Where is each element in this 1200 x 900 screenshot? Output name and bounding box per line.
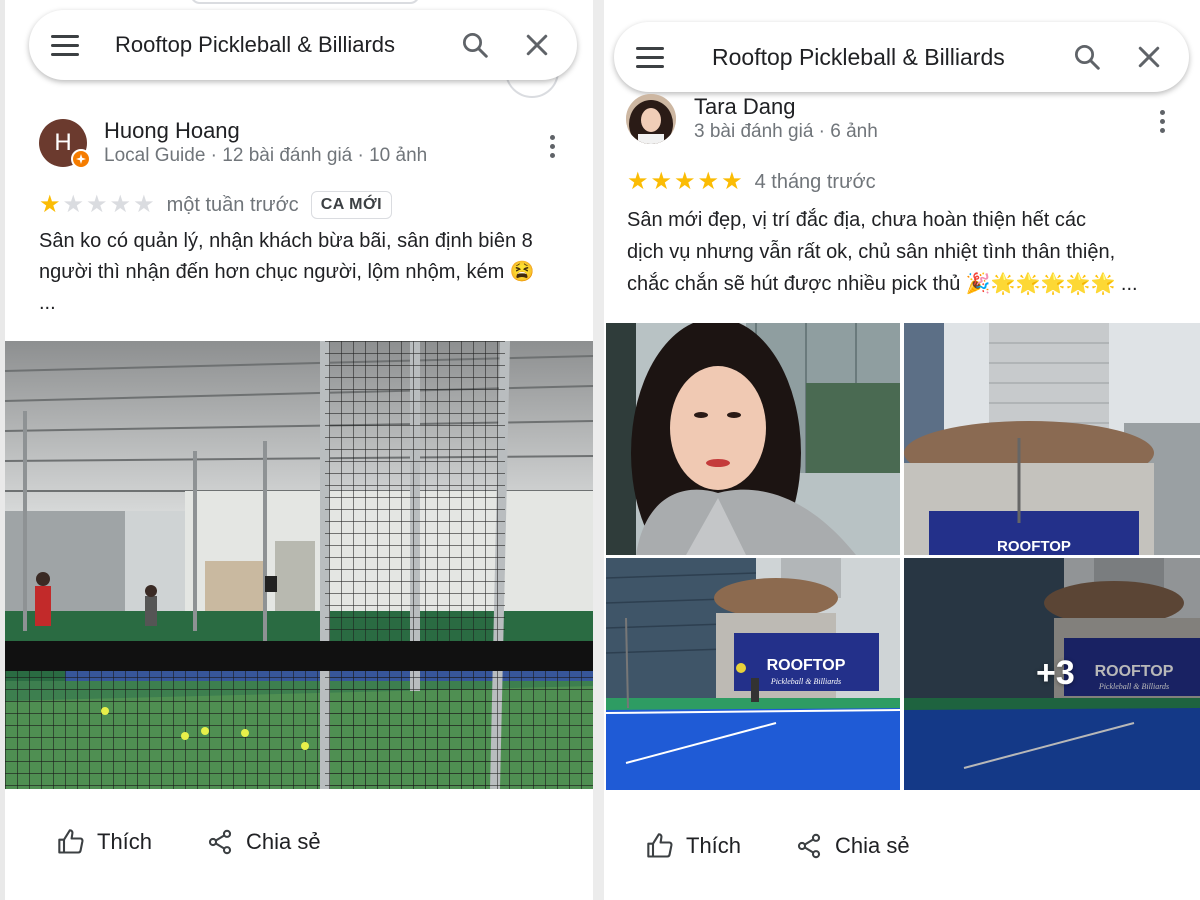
share-label: Chia sẻ — [246, 829, 321, 854]
more-photos-count[interactable]: +3 — [1036, 654, 1075, 693]
menu-icon[interactable] — [51, 28, 85, 62]
review-text-line: Sân ko có quản lý, nhận khách bừa bãi, s… — [39, 230, 533, 252]
thumb-up-icon — [647, 833, 673, 858]
star-empty-icon: ★ — [133, 191, 155, 218]
star-empty-icon: ★ — [109, 191, 132, 218]
review-photo-selfie[interactable] — [606, 323, 900, 555]
rating-row: ★ ★ ★ ★ ★ một tuần trước CA MỚI — [39, 191, 393, 219]
search-icon[interactable] — [1065, 35, 1109, 79]
share-button[interactable]: Chia sẻ — [795, 832, 910, 860]
star-filled-icon: ★ — [674, 168, 696, 195]
star-rating: ★ ★ ★ ★ ★ — [627, 170, 745, 194]
star-filled-icon: ★ — [697, 168, 720, 195]
star-filled-icon: ★ — [650, 168, 673, 195]
review-text[interactable]: Sân mới đẹp, vị trí đắc địa, chưa hoàn t… — [627, 204, 1197, 300]
like-button[interactable]: Thích — [57, 828, 152, 856]
search-bar[interactable]: Rooftop Pickleball & Billiards — [614, 22, 1189, 92]
review-text-line: Sân mới đẹp, vị trí đắc địa, chưa hoàn t… — [627, 209, 1086, 231]
review-header: Tara Dang 3 bài đánh giá · 6 ảnh — [626, 94, 878, 144]
review-text-line: ... — [39, 292, 56, 314]
search-icon[interactable] — [453, 23, 497, 67]
review-time: một tuần trước — [166, 193, 299, 216]
like-button[interactable]: Thích — [646, 832, 741, 860]
close-icon[interactable] — [1127, 35, 1171, 79]
review-text-line: người thì nhận đến hơn chục người, lộm n… — [39, 261, 535, 283]
more-vert-icon[interactable] — [1150, 106, 1174, 136]
review-photo-court-net[interactable] — [5, 341, 593, 789]
sign-subtext: Pickleball & Billiards — [770, 677, 841, 686]
reviewer-name[interactable]: Huong Hoang — [104, 118, 427, 144]
share-label: Chia sẻ — [835, 833, 910, 858]
share-button[interactable]: Chia sẻ — [206, 828, 321, 856]
review-actions: Thích Chia sẻ — [57, 828, 375, 856]
top-pill-hint — [190, 0, 420, 4]
close-icon[interactable] — [515, 23, 559, 67]
star-rating: ★ ★ ★ ★ ★ — [39, 193, 157, 217]
thumb-up-icon — [58, 829, 84, 854]
review-header: H Huong Hoang Local Guide · 12 bài đánh … — [39, 118, 428, 169]
local-guide-icon — [71, 149, 91, 169]
new-visit-badge: CA MỚI — [310, 191, 393, 219]
like-label: Thích — [686, 833, 742, 858]
more-vert-icon[interactable] — [540, 131, 564, 161]
rating-row: ★ ★ ★ ★ ★ 4 tháng trước — [627, 170, 876, 194]
star-empty-icon: ★ — [62, 191, 85, 218]
avatar[interactable] — [626, 94, 676, 144]
review-text[interactable]: Sân ko có quản lý, nhận khách bừa bãi, s… — [39, 226, 569, 319]
search-query-text[interactable]: Rooftop Pickleball & Billiards — [115, 32, 453, 58]
panel-divider — [593, 0, 604, 900]
star-filled-icon: ★ — [721, 168, 743, 195]
avatar[interactable]: H — [39, 119, 91, 169]
star-empty-icon: ★ — [86, 191, 108, 218]
review-text-line: chắc chắn sẽ hút được nhiều pick thủ 🎉🌟🌟… — [627, 273, 1138, 295]
menu-icon[interactable] — [636, 40, 670, 74]
review-actions: Thích Chia sẻ — [646, 832, 964, 860]
review-text-line: dịch vụ nhưng vẫn rất ok, chủ sân nhiệt … — [627, 241, 1116, 263]
review-photo-court-sign[interactable]: ROOFTOP Pickleball & Billiards — [606, 558, 900, 790]
reviewer-meta: Local Guide · 12 bài đánh giá · 10 ảnh — [104, 145, 428, 166]
left-screenshot-panel: Rooftop Pickleball & Billiards H Huong H… — [5, 0, 593, 900]
avatar-letter: H — [54, 129, 72, 156]
reviewer-meta: 3 bài đánh giá · 6 ảnh — [694, 121, 878, 142]
star-filled-icon: ★ — [627, 168, 649, 195]
sign-text: ROOFTOP — [997, 538, 1071, 555]
sign-text: ROOFTOP — [767, 657, 846, 674]
share-icon — [797, 833, 821, 859]
like-label: Thích — [97, 829, 153, 854]
search-bar[interactable]: Rooftop Pickleball & Billiards — [29, 10, 577, 80]
search-query-text[interactable]: Rooftop Pickleball & Billiards — [712, 44, 1065, 71]
review-time: 4 tháng trước — [754, 170, 876, 193]
share-icon — [208, 829, 232, 855]
reviewer-name[interactable]: Tara Dang — [694, 94, 878, 120]
star-filled-icon: ★ — [39, 191, 61, 218]
right-screenshot-panel: Rooftop Pickleball & Billiards Tara Dang… — [604, 0, 1200, 900]
review-photo-court-more[interactable]: ROOFTOP Pickleball & Billiards +3 — [904, 558, 1200, 790]
review-photo-building[interactable]: ROOFTOP — [904, 323, 1200, 555]
